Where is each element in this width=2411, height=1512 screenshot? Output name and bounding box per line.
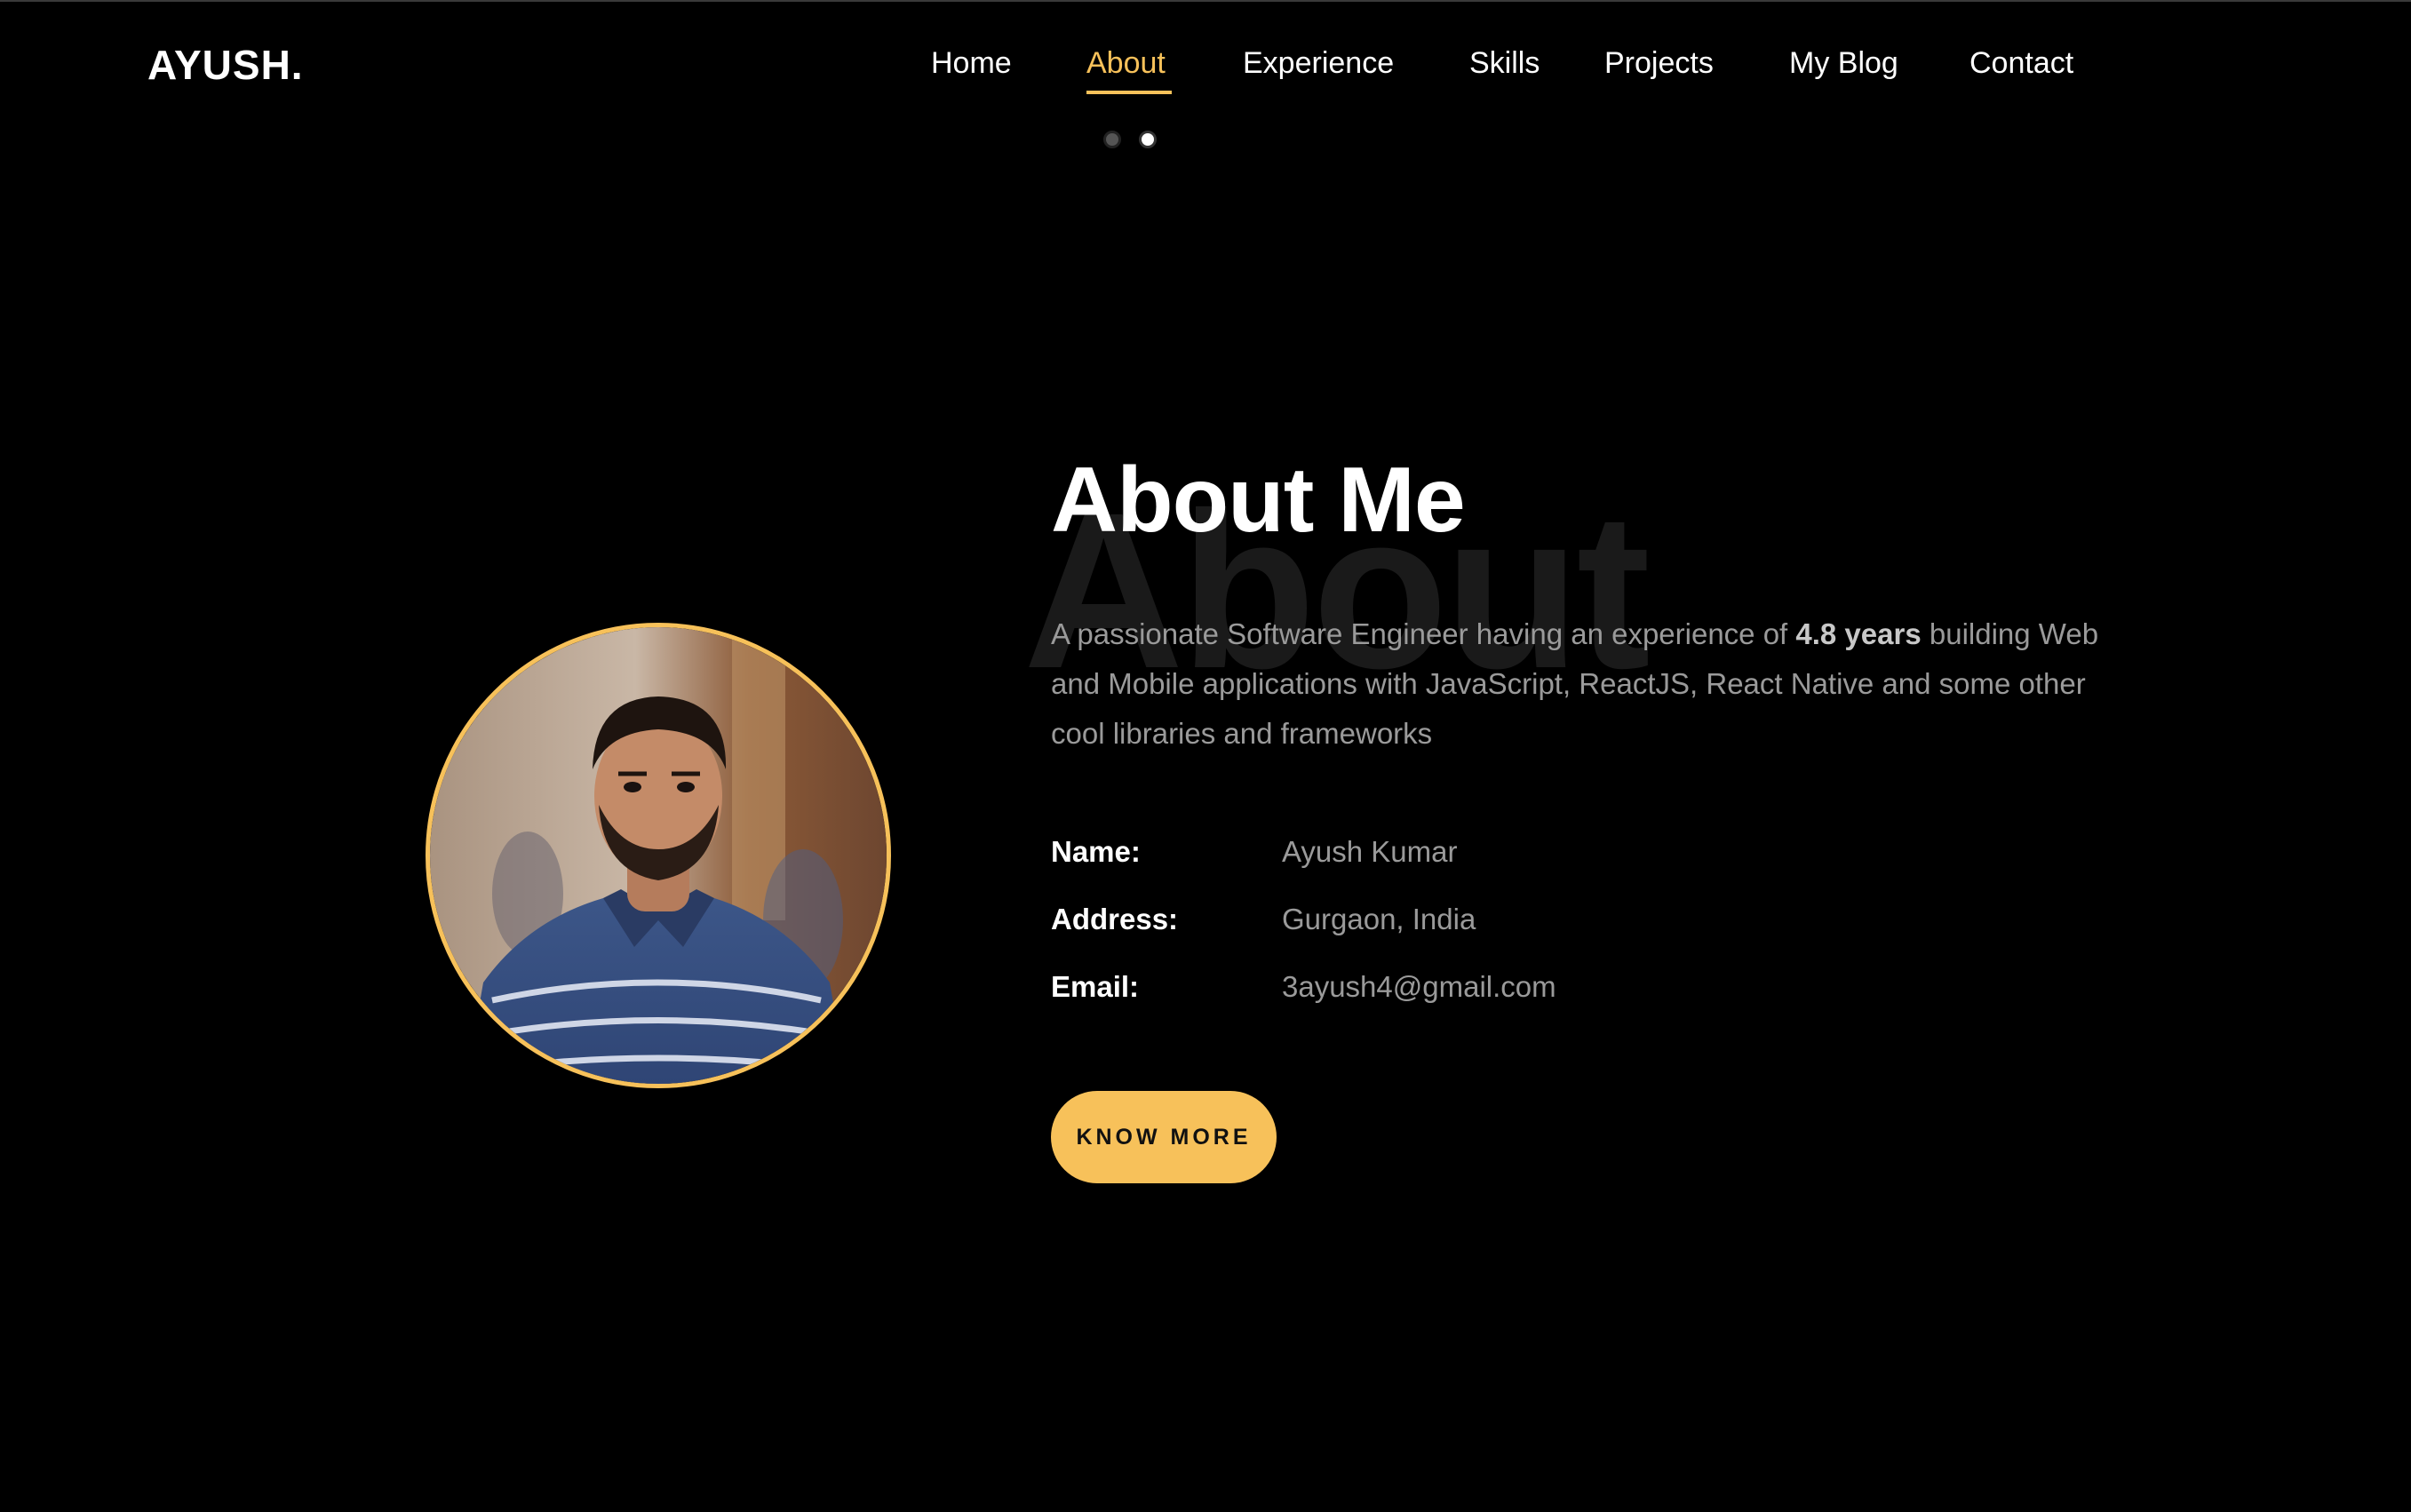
info-label: Name: [1051,835,1141,868]
profile-photo-illustration [430,627,887,1084]
experience-highlight: 4.8 years [1795,617,1922,650]
logo[interactable]: AYUSH. [147,41,304,89]
light-mode-dot-icon[interactable] [1139,131,1157,148]
page-title: About Me [1051,449,1466,552]
info-label: Email: [1051,970,1140,1003]
nav-home[interactable]: Home [931,46,1012,81]
info-value: Gurgaon, India [1282,903,1476,935]
info-value: Ayush Kumar [1282,835,1458,868]
nav-about[interactable]: About [1086,46,1166,81]
nav-my-blog[interactable]: My Blog [1789,46,1898,81]
know-more-button[interactable]: KNOW MORE [1051,1091,1277,1183]
description-text: A passionate Software Engineer having an… [1051,617,1796,650]
dark-mode-dot-icon[interactable] [1103,131,1121,148]
about-description: A passionate Software Engineer having an… [1051,609,2144,759]
theme-toggle-icon[interactable] [1103,131,1166,152]
nav-contact[interactable]: Contact [1969,46,2073,81]
email-link[interactable]: 3ayush4@gmail.com [1282,970,1556,1004]
nav-skills[interactable]: Skills [1469,46,1540,81]
profile-photo [426,623,891,1088]
nav-projects[interactable]: Projects [1604,46,1714,81]
nav-active-underline [1086,91,1172,94]
nav-experience[interactable]: Experience [1243,46,1394,81]
navbar: AYUSH. Home About Experience Skills Proj… [0,0,2411,148]
info-label: Address: [1051,903,1179,935]
